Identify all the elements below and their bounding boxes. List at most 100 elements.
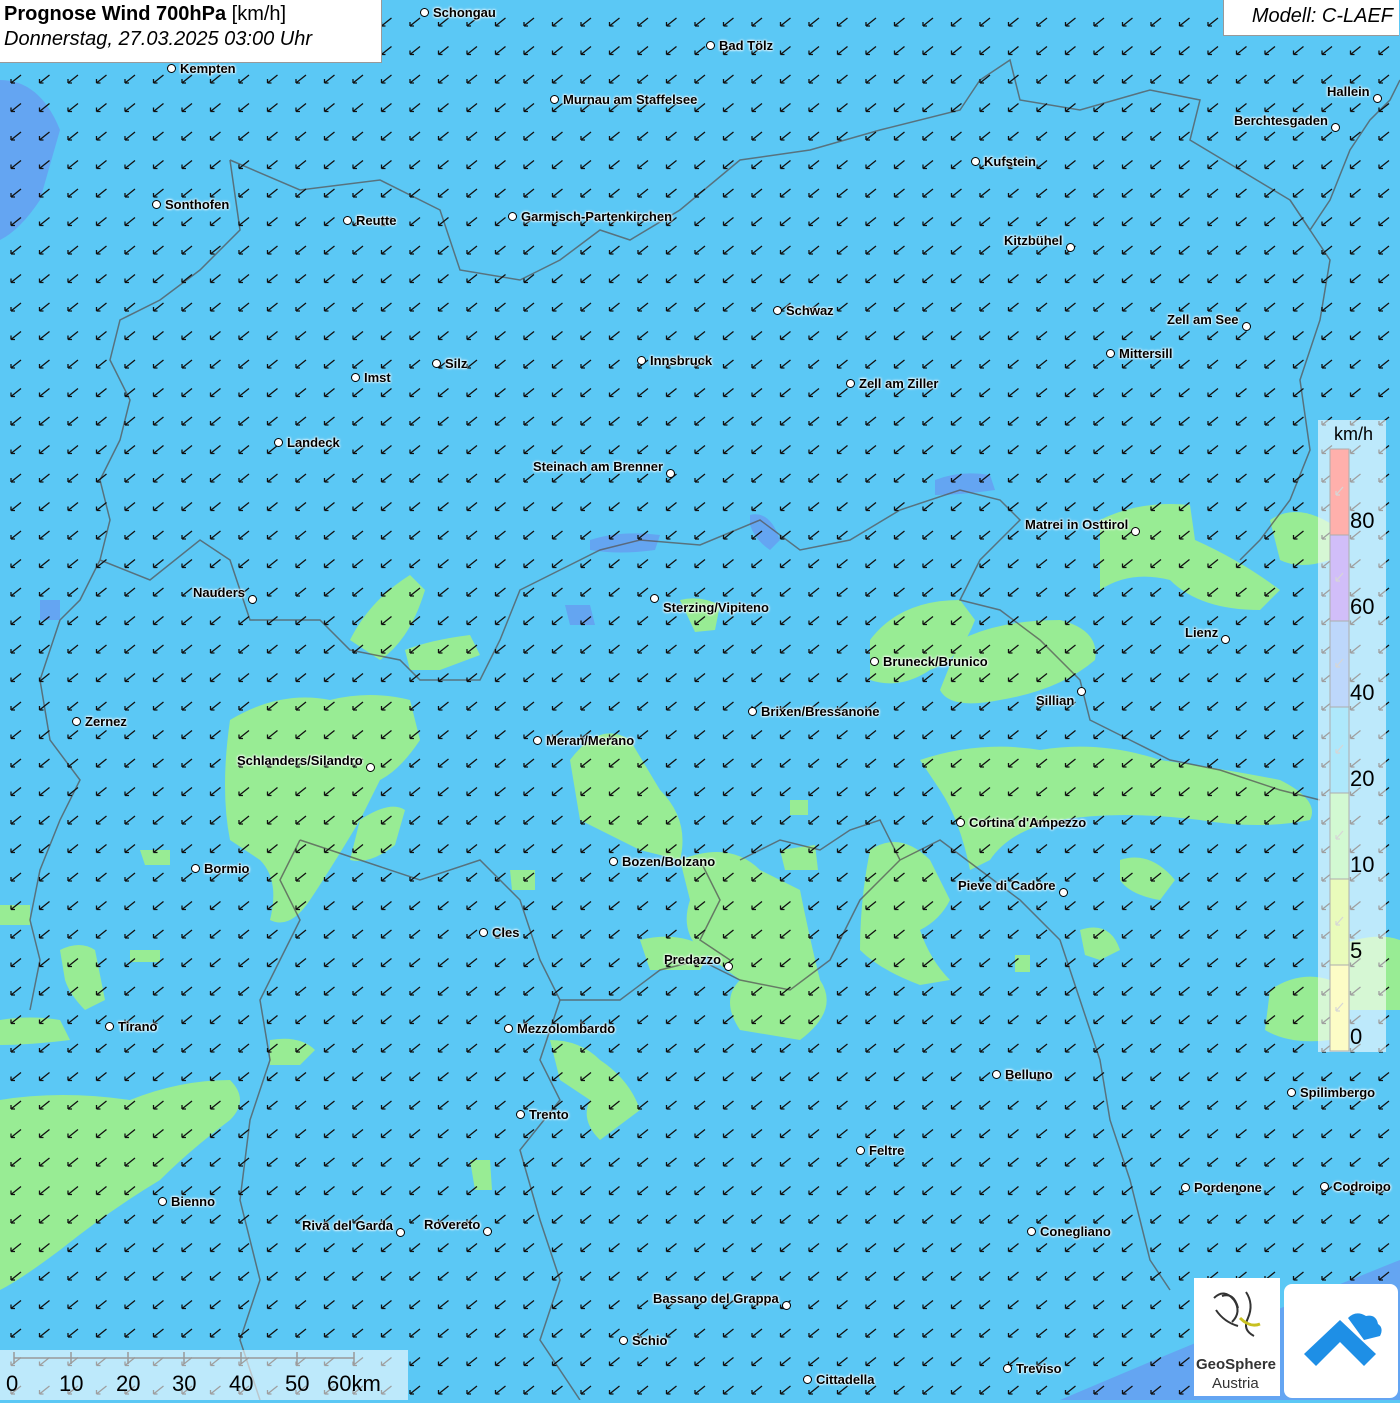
city-label: Bad Tölz: [719, 38, 774, 53]
city-label: Treviso: [1016, 1361, 1062, 1376]
city-marker: [508, 212, 517, 221]
city-label: Schio: [632, 1333, 668, 1348]
scale-label: 10: [59, 1371, 84, 1396]
scale-label: 40: [229, 1371, 254, 1396]
city-marker: [846, 379, 855, 388]
city-label: Berchtesgaden: [1234, 113, 1328, 128]
geosphere-name-line2: Austria: [1212, 1375, 1259, 1392]
city-marker: [1373, 94, 1382, 103]
scale-label: 60km: [327, 1371, 381, 1396]
city-marker: [992, 1070, 1001, 1079]
city-marker: [971, 157, 980, 166]
city-label: Bozen/Bolzano: [622, 854, 716, 869]
city-marker: [803, 1375, 812, 1384]
city-marker: [748, 707, 757, 716]
geosphere-logo-icon: [1213, 1291, 1261, 1337]
map-title: Prognose Wind 700hPa [km/h]: [4, 3, 287, 25]
city-marker: [956, 818, 965, 827]
city-marker: [870, 657, 879, 666]
city-label: Zell am Ziller: [859, 376, 939, 391]
city-marker: [479, 928, 488, 937]
city-marker: [1320, 1182, 1329, 1191]
city-marker: [420, 8, 429, 17]
city-label: Pieve di Cadore: [958, 878, 1056, 893]
city-marker: [152, 200, 161, 209]
city-marker: [1066, 243, 1075, 252]
city-marker: [782, 1301, 791, 1310]
city-marker: [516, 1110, 525, 1119]
legend-label: 20: [1350, 766, 1375, 791]
city-label: Bassano del Grappa: [653, 1291, 779, 1306]
city-marker: [167, 64, 176, 73]
city-marker: [72, 717, 81, 726]
city-label: Predazzo: [664, 952, 722, 967]
city-label: Riva del Garda: [302, 1218, 394, 1233]
city-label: Imst: [364, 370, 391, 385]
city-marker: [1027, 1227, 1036, 1236]
city-marker: [274, 438, 283, 447]
legend-label: 10: [1350, 852, 1375, 877]
city-marker: [706, 41, 715, 50]
city-marker: [609, 857, 618, 866]
scale-label: 0: [6, 1371, 19, 1396]
city-label: Codroipo: [1333, 1179, 1391, 1194]
city-label: Innsbruck: [650, 353, 713, 368]
city-label: Matrei in Osttirol: [1025, 517, 1129, 532]
city-label: Schlanders/Silandro: [237, 753, 363, 768]
legend-label: 0: [1350, 1024, 1363, 1049]
city-marker: [724, 962, 733, 971]
city-marker: [483, 1227, 492, 1236]
city-label: Bienno: [171, 1194, 216, 1209]
scale-label: 20: [116, 1371, 141, 1396]
city-marker: [366, 763, 375, 772]
city-label: Schwaz: [786, 303, 834, 318]
city-marker: [1003, 1364, 1012, 1373]
city-marker: [1221, 635, 1230, 644]
model-label: Modell: C-LAEF: [1223, 0, 1399, 36]
city-label: Pordenone: [1194, 1180, 1262, 1195]
city-label: Garmisch-Partenkirchen: [521, 209, 673, 224]
city-marker: [504, 1024, 513, 1033]
city-marker: [1287, 1088, 1296, 1097]
title-box: Prognose Wind 700hPa [km/h] Donnerstag, …: [0, 0, 382, 63]
city-label: Sonthofen: [165, 197, 230, 212]
city-label: Silz: [445, 356, 468, 371]
city-label: Sterzing/Vipiteno: [663, 600, 769, 615]
city-label: Sillian: [1036, 693, 1075, 708]
city-label: Landeck: [287, 435, 340, 450]
city-label: Cittadella: [816, 1372, 875, 1387]
city-marker: [533, 736, 542, 745]
city-marker: [343, 216, 352, 225]
app-logo: [1284, 1284, 1398, 1398]
city-label: Kitzbühel: [1004, 233, 1063, 248]
scale-label: 30: [172, 1371, 197, 1396]
city-marker: [396, 1228, 405, 1237]
legend-unit: km/h: [1334, 424, 1374, 444]
app-logo-icon: [1304, 1313, 1382, 1366]
city-label: Kempten: [180, 61, 236, 76]
city-marker: [637, 356, 646, 365]
city-label: Murnau am Staffelsee: [563, 92, 698, 107]
city-label: Trento: [529, 1107, 569, 1122]
city-marker: [1059, 888, 1068, 897]
city-marker: [1131, 527, 1140, 536]
legend-label: 40: [1350, 680, 1375, 705]
city-label: Tirano: [118, 1019, 158, 1034]
city-label: Cortina d'Ampezzo: [969, 815, 1087, 830]
city-label: Brixen/Bressanone: [761, 704, 880, 719]
city-marker: [619, 1336, 628, 1345]
city-label: Feltre: [869, 1143, 905, 1158]
city-label: Rovereto: [424, 1217, 481, 1232]
city-marker: [1106, 349, 1115, 358]
city-label: Zernez: [85, 714, 127, 729]
city-label: Reutte: [356, 213, 397, 228]
city-marker: [158, 1197, 167, 1206]
city-marker: [1331, 123, 1340, 132]
city-marker: [1242, 322, 1251, 331]
city-label: Mittersill: [1119, 346, 1173, 361]
legend-label: 60: [1350, 594, 1375, 619]
city-label: Bormio: [204, 861, 250, 876]
city-marker: [1077, 687, 1086, 696]
city-label: Cles: [492, 925, 520, 940]
city-label: Spilimbergo: [1300, 1085, 1376, 1100]
